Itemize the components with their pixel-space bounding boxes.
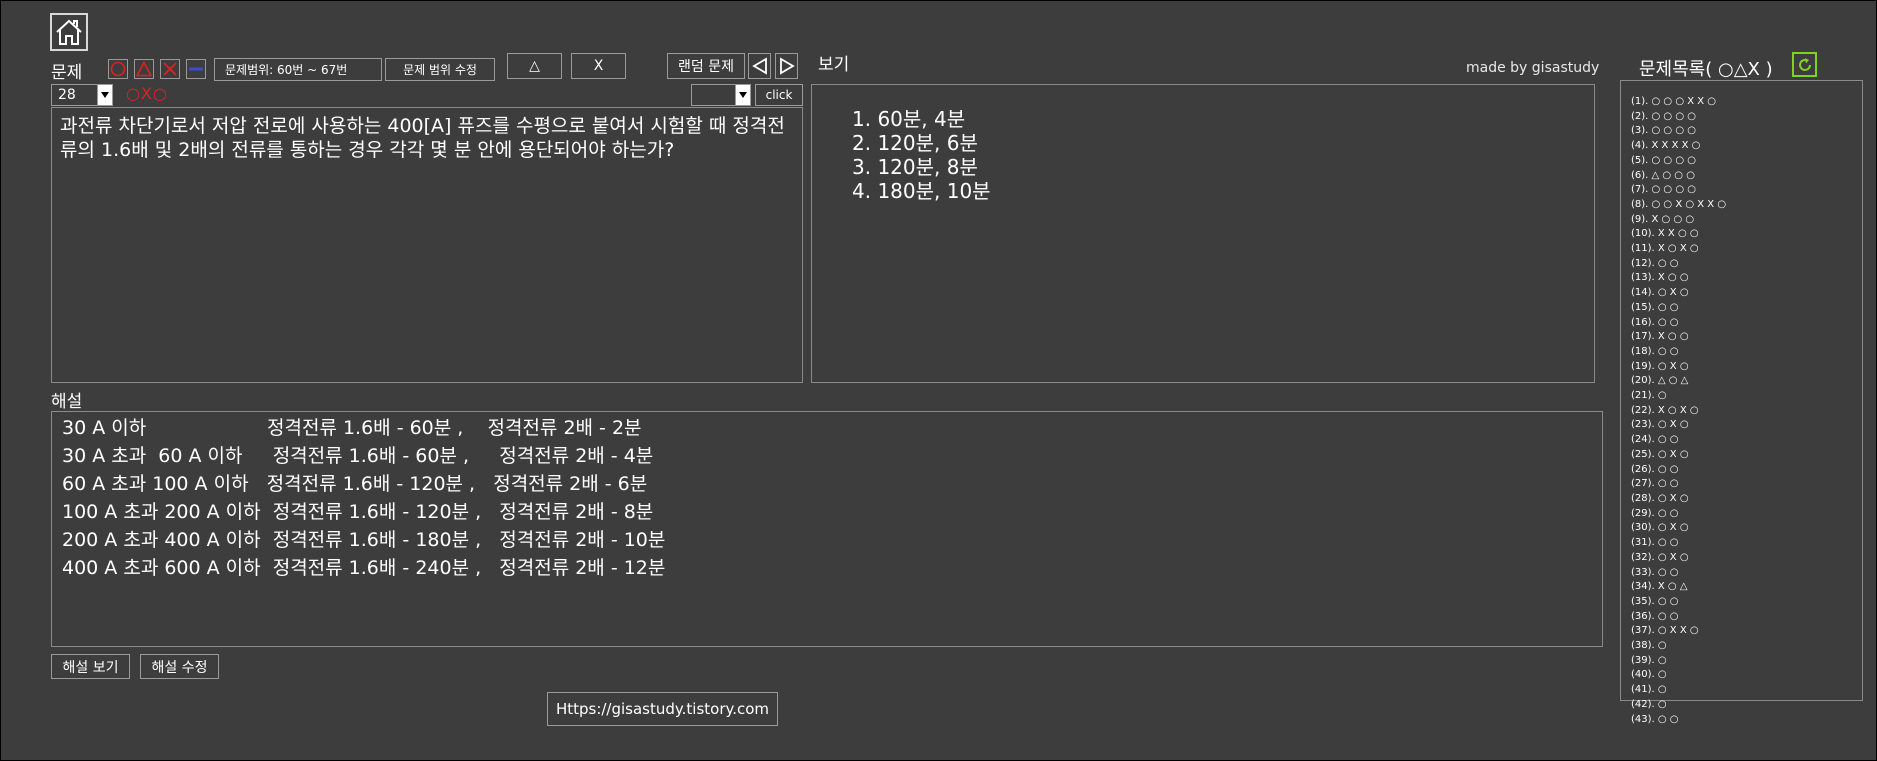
click-button[interactable]: click	[755, 84, 803, 106]
choice-2: 2. 120분, 6분	[852, 131, 978, 155]
dash-icon	[189, 67, 203, 71]
choice-1: 1. 60분, 4분	[852, 107, 966, 131]
problem-list-item[interactable]: (27). ○ ○	[1631, 477, 1852, 492]
home-icon	[56, 19, 82, 45]
problem-list-item[interactable]: (16). ○ ○	[1631, 316, 1852, 331]
triangle-button[interactable]: △	[507, 53, 562, 79]
problem-list-item[interactable]: (38). ○	[1631, 639, 1852, 654]
problem-list-item[interactable]: (14). ○ X ○	[1631, 286, 1852, 301]
choices-panel: 1. 60분, 4분 2. 120분, 6분 3. 120분, 8분 4. 18…	[811, 84, 1595, 383]
problem-list-item[interactable]: (32). ○ X ○	[1631, 551, 1852, 566]
problem-list: (1). ○ ○ ○ X X ○ (2). ○ ○ ○ ○ (3). ○ ○ ○ ○…	[1620, 80, 1863, 725]
made-by-text: made by gisastudy	[1466, 60, 1600, 76]
triangle-right-icon	[779, 57, 795, 75]
explanation-line: 30 A 이하 정격전류 1.6배 - 60분 , 정격전류 2배 - 2분	[62, 417, 642, 439]
problem-list-item[interactable]: (17). X ○ ○	[1631, 330, 1852, 345]
next-button[interactable]	[775, 53, 798, 79]
mark-circle-button[interactable]	[108, 59, 128, 79]
problem-list-item[interactable]: (13). X ○ ○	[1631, 271, 1852, 286]
circle-icon	[110, 61, 126, 77]
problem-list-item[interactable]: (18). ○ ○	[1631, 345, 1852, 360]
problem-list-item[interactable]: (20). △ ○ △	[1631, 374, 1852, 389]
problem-list-item[interactable]: (23). ○ X ○	[1631, 418, 1852, 433]
problem-list-item[interactable]: (34). X ○ △	[1631, 580, 1852, 595]
problem-list-item[interactable]: (25). ○ X ○	[1631, 448, 1852, 463]
refresh-button[interactable]	[1792, 52, 1817, 77]
mark-clear-button[interactable]	[186, 59, 206, 79]
problem-list-item[interactable]: (19). ○ X ○	[1631, 360, 1852, 375]
home-button[interactable]	[50, 13, 88, 51]
problem-list-item[interactable]: (11). X ○ X ○	[1631, 242, 1852, 257]
problem-list-item[interactable]: (3). ○ ○ ○ ○	[1631, 124, 1852, 139]
problem-list-item[interactable]: (26). ○ ○	[1631, 463, 1852, 478]
random-question-button[interactable]: 랜덤 문제	[667, 53, 745, 79]
explanation-label: 해설	[51, 392, 83, 412]
problem-list-item[interactable]: (4). X X X X ○	[1631, 139, 1852, 154]
question-label: 문제	[51, 63, 83, 83]
view-label: 보기	[818, 55, 850, 75]
problem-list-item[interactable]: (35). ○ ○	[1631, 595, 1852, 610]
problem-list-item[interactable]: (21). ○	[1631, 389, 1852, 404]
refresh-icon	[1798, 57, 1811, 71]
problem-list-item[interactable]: (8). ○ ○ X ○ X X ○	[1631, 198, 1852, 213]
problem-list-item[interactable]: (37). ○ X X ○	[1631, 624, 1852, 639]
problem-list-item[interactable]: (33). ○ ○	[1631, 566, 1852, 581]
triangle-icon	[136, 61, 152, 77]
problem-list-item[interactable]: (43). ○ ○	[1631, 713, 1852, 728]
problem-list-item[interactable]: (30). ○ X ○	[1631, 521, 1852, 536]
range-edit-button[interactable]: 문제 범위 수정	[385, 58, 495, 81]
explanation-line: 30 A 초과 60 A 이하 정격전류 1.6배 - 60분 , 정격전류 2…	[62, 445, 654, 467]
question-number-select[interactable]: 28	[51, 84, 113, 106]
x-button[interactable]: X	[571, 53, 626, 79]
choice-4: 4. 180분, 10분	[852, 179, 991, 203]
footer-url-link[interactable]: Https://gisastudy.tistory.com	[547, 692, 778, 726]
show-explanation-button[interactable]: 해설 보기	[51, 654, 130, 679]
problem-list-item[interactable]: (1). ○ ○ ○ X X ○	[1631, 95, 1852, 110]
range-display: 문제범위: 60번 ~ 67번	[214, 58, 382, 81]
problem-list-title: 문제목록( ○△X )	[1639, 59, 1773, 80]
choice-3: 3. 120분, 8분	[852, 155, 978, 179]
explanation-line: 400 A 초과 600 A 이하 정격전류 1.6배 - 240분 , 정격전…	[62, 557, 666, 579]
problem-list-item[interactable]: (29). ○ ○	[1631, 507, 1852, 522]
problem-list-item[interactable]: (2). ○ ○ ○ ○	[1631, 110, 1852, 125]
explanation-line: 60 A 초과 100 A 이하 정격전류 1.6배 - 120분 , 정격전류…	[62, 473, 648, 495]
answer-select[interactable]	[691, 84, 751, 106]
problem-list-item[interactable]: (24). ○ ○	[1631, 433, 1852, 448]
problem-list-item[interactable]: (10). X X ○ ○	[1631, 227, 1852, 242]
problem-list-item[interactable]: (28). ○ X ○	[1631, 492, 1852, 507]
explanation-line: 200 A 초과 400 A 이하 정격전류 1.6배 - 180분 , 정격전…	[62, 529, 666, 551]
mark-x-button[interactable]	[160, 59, 180, 79]
problem-list-item[interactable]: (6). △ ○ ○ ○	[1631, 169, 1852, 184]
problem-list-item[interactable]: (12). ○ ○	[1631, 257, 1852, 272]
x-icon	[163, 62, 177, 76]
question-history-marks: ○X○	[126, 84, 168, 103]
problem-list-item[interactable]: (15). ○ ○	[1631, 301, 1852, 316]
problem-list-item[interactable]: (31). ○ ○	[1631, 536, 1852, 551]
question-text: 과전류 차단기로서 저압 전로에 사용하는 400[A] 퓨즈를 수평으로 붙여…	[51, 107, 803, 383]
problem-list-item[interactable]: (7). ○ ○ ○ ○	[1631, 183, 1852, 198]
chevron-down-icon	[97, 85, 112, 105]
problem-list-item[interactable]: (41). ○	[1631, 683, 1852, 698]
explanation-line: 100 A 초과 200 A 이하 정격전류 1.6배 - 120분 , 정격전…	[62, 501, 654, 523]
edit-explanation-button[interactable]: 해설 수정	[140, 654, 219, 679]
problem-list-item[interactable]: (36). ○ ○	[1631, 610, 1852, 625]
triangle-left-icon	[751, 57, 767, 75]
problem-list-item[interactable]: (22). X ○ X ○	[1631, 404, 1852, 419]
question-number-value: 28	[58, 87, 76, 103]
prev-button[interactable]	[748, 53, 771, 79]
explanation-panel: 30 A 이하 정격전류 1.6배 - 60분 , 정격전류 2배 - 2분 3…	[51, 411, 1603, 647]
problem-list-item[interactable]: (5). ○ ○ ○ ○	[1631, 154, 1852, 169]
problem-list-item[interactable]: (39). ○	[1631, 654, 1852, 669]
chevron-down-icon	[735, 85, 750, 105]
mark-triangle-button[interactable]	[134, 59, 154, 79]
problem-list-item[interactable]: (42). ○	[1631, 698, 1852, 713]
problem-list-item[interactable]: (40). ○	[1631, 668, 1852, 683]
problem-list-item[interactable]: (9). X ○ ○ ○	[1631, 213, 1852, 228]
